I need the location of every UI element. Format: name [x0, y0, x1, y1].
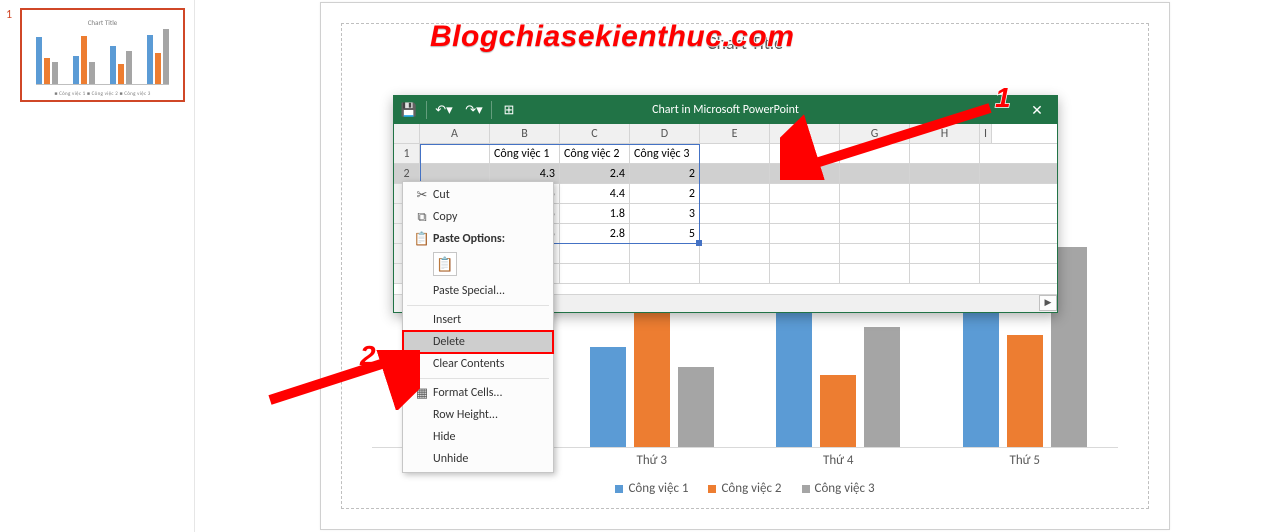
cell[interactable] — [840, 164, 910, 183]
chart-legend: Công việc 1 Công việc 2 Công việc 3 — [342, 481, 1148, 496]
col-header[interactable]: F — [770, 124, 840, 143]
excel-window-title: Chart in Microsoft PowerPoint — [652, 103, 799, 117]
cell[interactable] — [770, 264, 840, 283]
cell[interactable]: 2.4 — [560, 164, 630, 183]
save-icon[interactable]: 💾 — [394, 96, 424, 124]
paste-option-icon[interactable]: 📋 — [433, 252, 457, 276]
close-icon[interactable]: ✕ — [1017, 96, 1057, 124]
menu-paste-options: 📋Paste Options: — [403, 228, 553, 250]
redo-icon[interactable]: ↷▾ — [459, 96, 489, 124]
menu-delete[interactable]: Delete — [403, 331, 553, 353]
menu-row-height[interactable]: Row Height... — [403, 404, 553, 426]
cell[interactable] — [700, 184, 770, 203]
cell[interactable] — [910, 244, 980, 263]
cell[interactable] — [840, 144, 910, 163]
slide-thumbnail-panel: 1 Chart Title ■ Công việc 1 ■ Công việc … — [0, 0, 195, 532]
menu-unhide[interactable]: Unhide — [403, 448, 553, 470]
cell[interactable] — [770, 244, 840, 263]
watermark-text: Blogchiasekienthuc.com — [430, 20, 794, 54]
cell[interactable] — [770, 164, 840, 183]
cell[interactable]: Công việc 1 — [490, 144, 560, 163]
row-header[interactable]: 1 — [394, 144, 420, 163]
context-menu[interactable]: ✂Cut ⧉Copy 📋Paste Options: 📋 Paste Speci… — [402, 181, 554, 473]
menu-clear-contents[interactable]: Clear Contents — [403, 353, 553, 375]
paste-icon: 📋 — [411, 232, 433, 247]
cell[interactable] — [700, 144, 770, 163]
menu-copy[interactable]: ⧉Copy — [403, 206, 553, 228]
scroll-right-icon[interactable]: ▶ — [1039, 295, 1057, 311]
cell[interactable] — [700, 164, 770, 183]
annotation-number-2: 2 — [360, 340, 376, 372]
cell[interactable] — [560, 244, 630, 263]
cell[interactable]: 2 — [630, 164, 700, 183]
cell[interactable]: 1.8 — [560, 204, 630, 223]
col-header[interactable]: D — [630, 124, 700, 143]
cell[interactable]: 2 — [630, 184, 700, 203]
table-row[interactable]: 1 Công việc 1 Công việc 2 Công việc 3 — [394, 144, 1057, 164]
thumbnail-number: 1 — [6, 8, 12, 22]
cell[interactable] — [770, 184, 840, 203]
menu-insert[interactable]: Insert — [403, 309, 553, 331]
thumbnail-legend: ■ Công việc 1 ■ Công việc 2 ■ Công việc … — [36, 91, 169, 97]
thumbnail-chart — [36, 30, 169, 85]
select-all-corner[interactable] — [394, 124, 420, 143]
cell[interactable] — [630, 264, 700, 283]
cell[interactable] — [700, 244, 770, 263]
cell[interactable] — [840, 224, 910, 243]
cell[interactable]: 4.4 — [560, 184, 630, 203]
cell[interactable] — [910, 144, 980, 163]
cell[interactable] — [840, 264, 910, 283]
cell[interactable] — [910, 164, 980, 183]
cell[interactable] — [420, 144, 490, 163]
cell[interactable]: 3 — [630, 204, 700, 223]
edit-data-icon[interactable]: ⊞ — [494, 96, 524, 124]
copy-icon: ⧉ — [411, 210, 433, 225]
col-header[interactable]: A — [420, 124, 490, 143]
cell[interactable] — [910, 264, 980, 283]
col-header[interactable]: H — [910, 124, 980, 143]
col-header[interactable]: G — [840, 124, 910, 143]
cell[interactable] — [910, 224, 980, 243]
menu-hide[interactable]: Hide — [403, 426, 553, 448]
cell[interactable]: 5 — [630, 224, 700, 243]
cell[interactable] — [560, 264, 630, 283]
cell[interactable] — [700, 264, 770, 283]
format-icon: ▦ — [411, 386, 433, 401]
slide-thumbnail[interactable]: Chart Title ■ Công việc 1 ■ Công việc 2 … — [20, 8, 185, 102]
col-header[interactable]: E — [700, 124, 770, 143]
cell[interactable] — [770, 144, 840, 163]
thumbnail-chart-title: Chart Title — [36, 18, 169, 27]
cell[interactable] — [770, 204, 840, 223]
cell[interactable] — [700, 224, 770, 243]
cell[interactable] — [840, 184, 910, 203]
excel-titlebar[interactable]: 💾 ↶▾ ↷▾ ⊞ Chart in Microsoft PowerPoint … — [394, 96, 1057, 124]
col-header[interactable]: B — [490, 124, 560, 143]
col-header[interactable]: C — [560, 124, 630, 143]
legend-label: Công việc 2 — [721, 481, 781, 496]
annotation-number-1: 1 — [995, 82, 1011, 114]
cell[interactable]: 2.8 — [560, 224, 630, 243]
cell[interactable] — [910, 204, 980, 223]
legend-label: Công việc 3 — [815, 481, 875, 496]
axis-label: Thứ 4 — [823, 453, 854, 468]
cell[interactable]: Công việc 3 — [630, 144, 700, 163]
cell[interactable] — [700, 204, 770, 223]
axis-label: Thứ 3 — [636, 453, 667, 468]
cell[interactable] — [840, 244, 910, 263]
cell[interactable]: Công việc 2 — [560, 144, 630, 163]
axis-label: Thứ 5 — [1009, 453, 1040, 468]
cell[interactable] — [770, 224, 840, 243]
cell[interactable] — [630, 244, 700, 263]
menu-format-cells[interactable]: ▦Format Cells... — [403, 382, 553, 404]
cell[interactable] — [910, 184, 980, 203]
menu-paste-special[interactable]: Paste Special... — [403, 280, 553, 302]
menu-cut[interactable]: ✂Cut — [403, 184, 553, 206]
column-headers[interactable]: A B C D E F G H I — [394, 124, 1057, 144]
cut-icon: ✂ — [411, 188, 433, 203]
legend-label: Công việc 1 — [628, 481, 688, 496]
col-header[interactable]: I — [980, 124, 992, 143]
undo-icon[interactable]: ↶▾ — [429, 96, 459, 124]
cell[interactable] — [840, 204, 910, 223]
